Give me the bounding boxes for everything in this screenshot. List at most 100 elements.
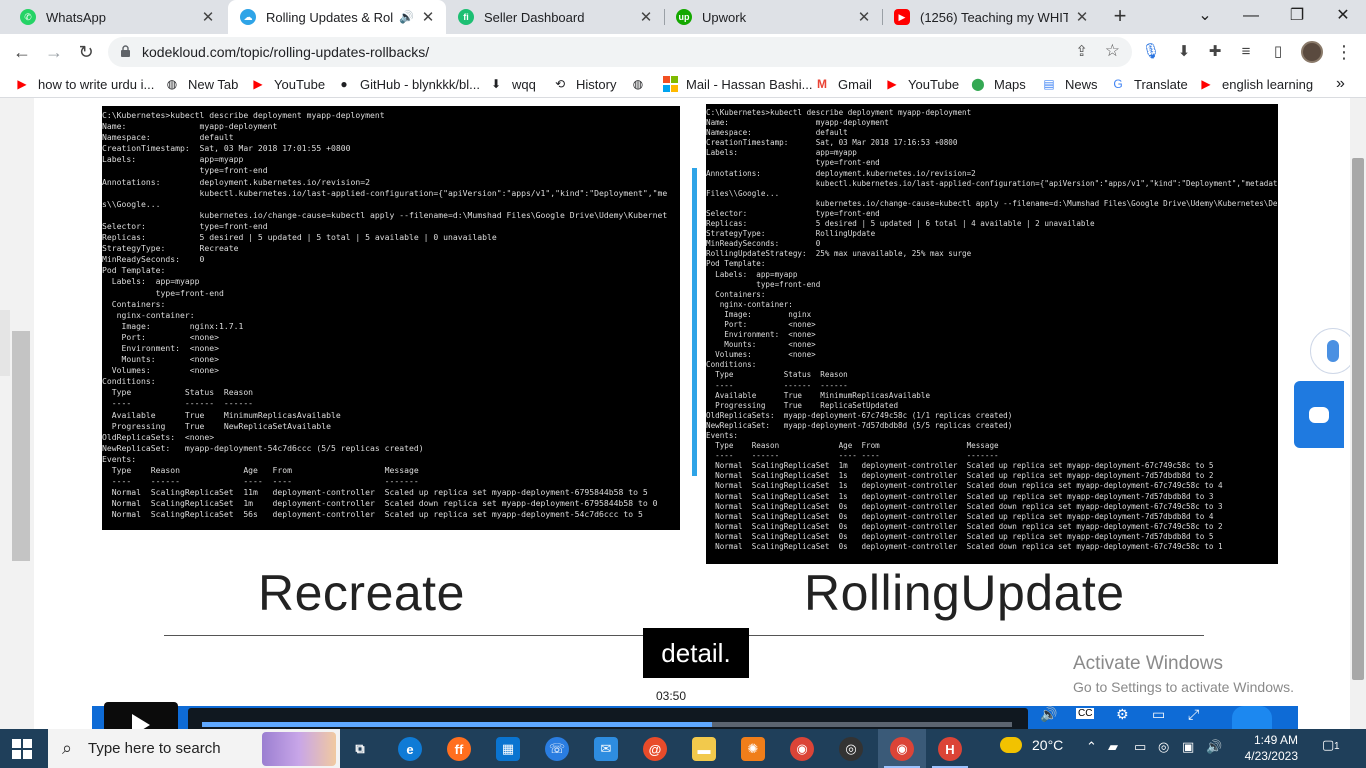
bookmark-item[interactable]: ▶ how to write urdu i...: [14, 75, 154, 93]
display-icon[interactable]: ▣: [1182, 739, 1194, 755]
lesson-page: C:\Kubernetes>kubectl describe deploymen…: [34, 98, 1350, 729]
side-panel-icon[interactable]: ▯: [1268, 42, 1288, 62]
video-slide[interactable]: C:\Kubernetes>kubectl describe deploymen…: [92, 98, 1302, 708]
close-icon[interactable]: ✕: [856, 8, 872, 26]
video-progress-played[interactable]: [202, 722, 712, 727]
tab-search-button[interactable]: ⌄: [1182, 0, 1228, 34]
media-control-icon[interactable]: ≡: [1236, 42, 1256, 62]
phone-link-icon[interactable]: ☏: [545, 737, 569, 761]
scrollbar-thumb[interactable]: [1352, 158, 1364, 680]
camera-icon[interactable]: ◎: [1158, 739, 1169, 755]
obs-icon[interactable]: ◎: [839, 737, 863, 761]
volume-icon[interactable]: 🔊: [1040, 706, 1057, 723]
microphone-icon: [1327, 340, 1339, 362]
store-icon[interactable]: ▦: [496, 737, 520, 761]
forward-button[interactable]: →: [40, 38, 68, 66]
left-scroll-indicator: [12, 331, 30, 561]
settings-gear-icon[interactable]: ⚙: [1116, 706, 1129, 723]
share-icon[interactable]: ⇪: [1075, 42, 1088, 60]
bookmark-item[interactable]: ◍ New Tab: [164, 75, 239, 93]
task-view-icon[interactable]: ⧉: [348, 737, 372, 761]
tab-whatsapp[interactable]: ✆ WhatsApp ✕: [8, 0, 226, 34]
taskbar-search[interactable]: ⌕ Type here to search: [48, 729, 340, 768]
bookmark-item[interactable]: ⟲ History: [552, 75, 616, 93]
address-bar[interactable]: kodekloud.com/topic/rolling-updates-roll…: [108, 37, 1132, 67]
bookmark-item[interactable]: Mail - Hassan Bashi...: [662, 75, 812, 93]
bookmarks-overflow-button[interactable]: »: [1336, 75, 1345, 93]
page-viewport: C:\Kubernetes>kubectl describe deploymen…: [0, 98, 1366, 729]
menu-kebab-icon[interactable]: ⋮: [1334, 42, 1354, 62]
bookmarks-bar: ▶ how to write urdu i... ◍ New Tab ▶ YouTub…: [0, 70, 1366, 98]
bookmark-label: New Tab: [188, 76, 239, 92]
chrome-icon[interactable]: ◉: [790, 737, 814, 761]
clock-date: 4/23/2023: [1244, 749, 1298, 763]
new-tab-button[interactable]: +: [1108, 5, 1132, 29]
windows-start-icon[interactable]: [12, 739, 32, 759]
bookmark-item[interactable]: ▶ YouTube: [884, 75, 959, 93]
bookmark-item[interactable]: ▶ english learning: [1198, 75, 1313, 93]
bookmark-item[interactable]: ⬤ Maps: [970, 75, 1026, 93]
weather-widget[interactable]: 20°C: [1000, 737, 1063, 753]
speaker-icon[interactable]: 🔊: [399, 10, 414, 24]
tab-seller-dashboard[interactable]: fi Seller Dashboard ✕: [446, 0, 664, 34]
edge-icon[interactable]: e: [398, 737, 422, 761]
close-icon[interactable]: ✕: [200, 8, 216, 26]
left-edge-panel: [0, 310, 10, 376]
maps-icon: ⬤: [971, 77, 985, 91]
microphone-extension-icon[interactable]: 🎙: [1141, 42, 1161, 62]
play-icon: [132, 714, 150, 729]
system-clock[interactable]: 1:49 AM 4/23/2023: [1226, 732, 1298, 764]
reload-button[interactable]: ↻: [72, 38, 100, 66]
app-swirl-icon[interactable]: @: [643, 737, 667, 761]
play-button[interactable]: [104, 702, 178, 729]
download-extension-icon[interactable]: ⬇: [1174, 42, 1194, 62]
chat-widget-button[interactable]: [1294, 381, 1344, 448]
bookmark-label: History: [576, 76, 617, 92]
notification-icon[interactable]: ▢ 1: [1322, 737, 1344, 759]
maximize-button[interactable]: ❐: [1274, 0, 1320, 34]
profile-avatar[interactable]: [1301, 41, 1323, 63]
tab-youtube[interactable]: ▶ (1256) Teaching my WHITE fr ✕: [882, 0, 1100, 34]
picture-in-picture-icon[interactable]: ▭: [1152, 706, 1165, 723]
close-icon[interactable]: ✕: [1074, 8, 1090, 26]
bookmark-item[interactable]: ⬇ wqq: [488, 75, 536, 93]
lock-icon[interactable]: [120, 45, 131, 58]
chrome-profile-h-icon[interactable]: H: [938, 737, 962, 761]
tab-upwork[interactable]: up Upwork ✕: [664, 0, 882, 34]
bookmark-item[interactable]: ▤ News: [1041, 75, 1097, 93]
network-icon[interactable]: ▰: [1108, 739, 1118, 755]
firefox-icon[interactable]: ff: [447, 737, 471, 761]
puzzle-extensions-icon[interactable]: ✚: [1205, 42, 1225, 62]
page-scrollbar[interactable]: [1350, 98, 1366, 729]
battery-icon[interactable]: ▭: [1134, 739, 1146, 755]
tab-rolling-updates[interactable]: ☁ Rolling Updates & Rollba 🔊 ✕: [228, 0, 446, 34]
bookmark-label: GitHub - blynkkk/bl...: [360, 76, 480, 92]
bookmark-item[interactable]: G Translate: [1110, 75, 1187, 93]
volume-tray-icon[interactable]: 🔊: [1206, 739, 1222, 755]
kodekloud-icon: ☁: [240, 9, 256, 25]
bookmark-star-icon[interactable]: ☆: [1105, 41, 1120, 61]
bookmark-item[interactable]: M Gmail: [814, 75, 872, 93]
minimize-button[interactable]: —: [1228, 0, 1274, 34]
mail-icon[interactable]: ✉: [594, 737, 618, 761]
back-button[interactable]: ←: [8, 38, 36, 66]
bookmark-item[interactable]: ◍: [630, 75, 654, 93]
notification-count: 1: [1334, 741, 1340, 752]
close-icon[interactable]: ✕: [638, 8, 654, 26]
settings-app-icon[interactable]: ✺: [741, 737, 765, 761]
vimeo-logo-icon[interactable]: [1232, 706, 1272, 729]
chrome-profile-icon[interactable]: ◉: [890, 737, 914, 761]
microsoft-icon: [662, 76, 678, 92]
fullscreen-icon[interactable]: ⤢: [1188, 706, 1199, 723]
close-window-button[interactable]: ✕: [1320, 0, 1366, 34]
globe-icon: ◍: [166, 77, 178, 91]
close-icon[interactable]: ✕: [420, 8, 436, 26]
github-icon: ●: [340, 77, 348, 91]
tray-overflow-icon[interactable]: ⌃: [1086, 739, 1097, 755]
closed-captions-icon[interactable]: CC: [1076, 708, 1095, 719]
bookmark-item[interactable]: ● GitHub - blynkkk/bl...: [336, 75, 480, 93]
video-progress-remaining[interactable]: [712, 722, 1012, 727]
file-explorer-icon[interactable]: ▬: [692, 737, 716, 761]
url-text[interactable]: kodekloud.com/topic/rolling-updates-roll…: [142, 44, 429, 60]
bookmark-item[interactable]: ▶ YouTube: [250, 75, 325, 93]
